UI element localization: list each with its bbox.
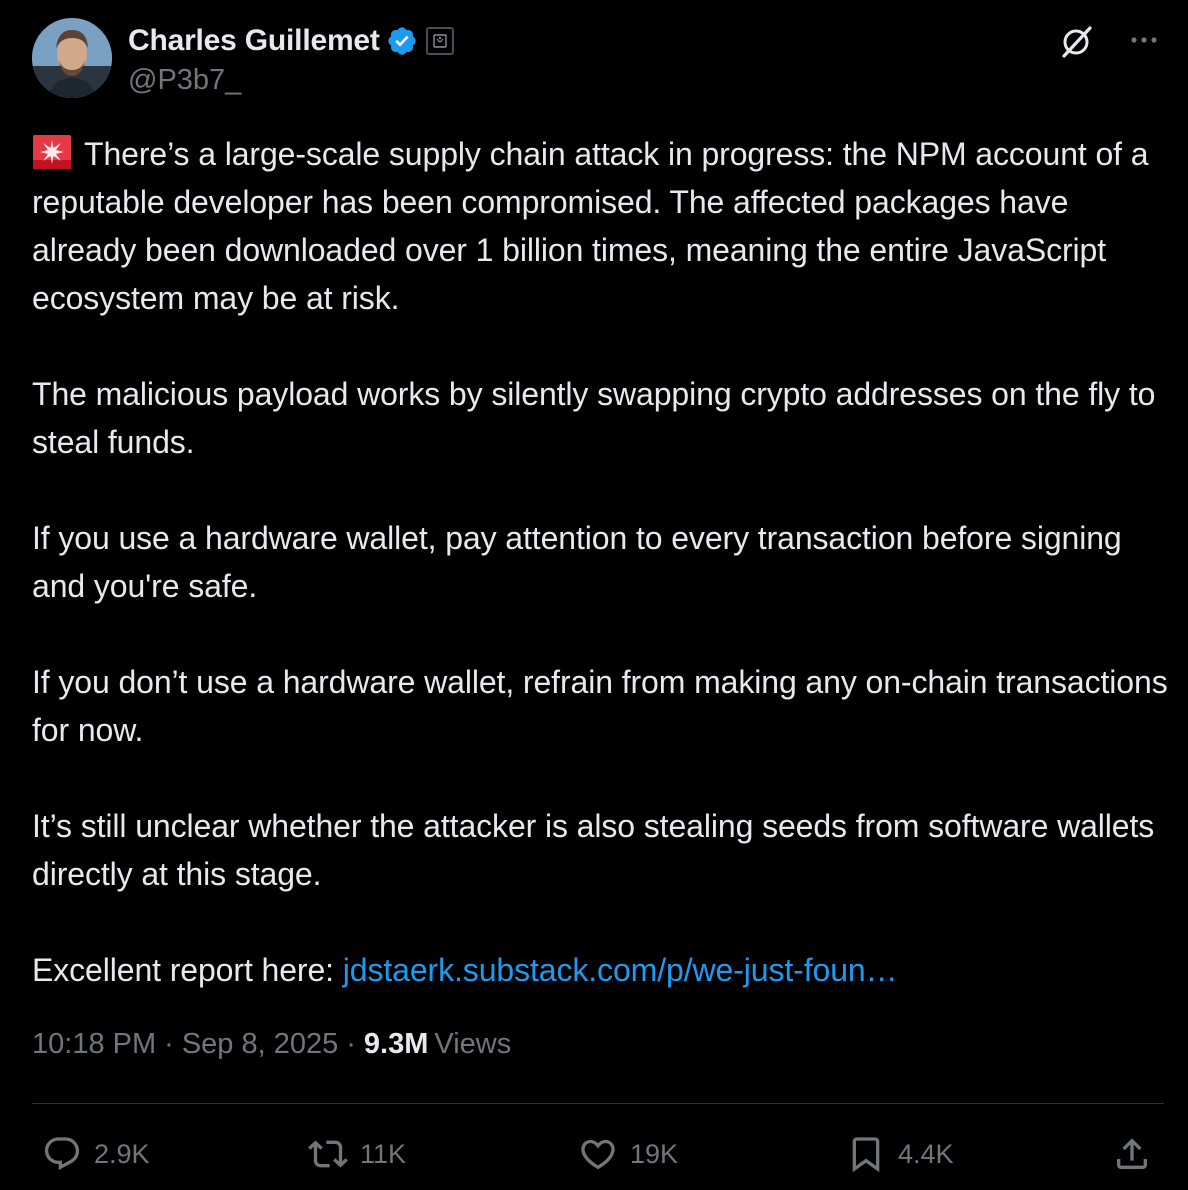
like-count: 19K [630, 1138, 679, 1169]
tweet-text: There’s a large-scale supply chain attac… [32, 130, 1172, 1042]
affiliate-badge-icon[interactable] [425, 27, 454, 55]
action-bar: 2.9K 11K 19K 4.4K [32, 1126, 1164, 1182]
share-icon [1117, 1138, 1147, 1169]
heart-icon [581, 1139, 615, 1170]
tweet-paragraph-6: Excellent report here: jdstaerk.substack… [32, 946, 1172, 994]
like-button[interactable]: 19K [578, 1126, 678, 1182]
bookmark-icon [852, 1137, 880, 1173]
tweet-paragraph-2: The malicious payload works by silently … [32, 376, 1156, 460]
more-options-icon[interactable] [1124, 20, 1164, 60]
tweet-date[interactable]: Sep 8, 2025 [182, 1028, 338, 1061]
siren-emoji-icon [33, 135, 71, 169]
views-label: Views [434, 1028, 512, 1060]
meta-separator: · [346, 1028, 356, 1060]
report-prefix: Excellent report here: [32, 952, 343, 988]
verified-badge-icon[interactable] [386, 25, 418, 57]
tweet-paragraph-5: It’s still unclear whether the attacker … [32, 808, 1155, 892]
reply-count: 2.9K [94, 1138, 150, 1169]
author-handle[interactable]: @P3b7_ [128, 64, 241, 97]
avatar[interactable] [32, 18, 112, 98]
tweet-paragraph-3: If you use a hardware wallet, pay attent… [32, 520, 1122, 604]
repost-icon [308, 1140, 348, 1168]
tweet-meta: 10:18 PM · Sep 8, 2025 · 9.3M Views [32, 1028, 511, 1061]
tweet-paragraph-text: There’s a large-scale supply chain attac… [32, 136, 1149, 316]
reply-button[interactable]: 2.9K [42, 1126, 150, 1182]
views-count: 9.3M [363, 1028, 429, 1060]
tweet-time[interactable]: 10:18 PM [32, 1028, 156, 1061]
author-name[interactable]: Charles Guillemet [128, 24, 380, 58]
divider [32, 1103, 1164, 1104]
bookmark-button[interactable]: 4.4K [846, 1126, 954, 1182]
meta-separator: · [164, 1028, 174, 1060]
tweet-header: Charles Guillemet @P3b7_ [32, 18, 1164, 100]
report-link[interactable]: jdstaerk.substack.com/p/we-just-foun… [343, 952, 898, 988]
repost-button[interactable]: 11K [308, 1126, 406, 1182]
reply-icon [44, 1137, 80, 1171]
repost-count: 11K [360, 1138, 407, 1169]
grok-icon[interactable] [1058, 24, 1094, 60]
bookmark-count: 4.4K [898, 1138, 954, 1169]
tweet-paragraph-4: If you don’t use a hardware wallet, refr… [32, 664, 1168, 748]
tweet-paragraph-1: There’s a large-scale supply chain attac… [32, 130, 1172, 322]
name-row: Charles Guillemet [128, 22, 454, 60]
share-button[interactable] [1112, 1126, 1152, 1182]
